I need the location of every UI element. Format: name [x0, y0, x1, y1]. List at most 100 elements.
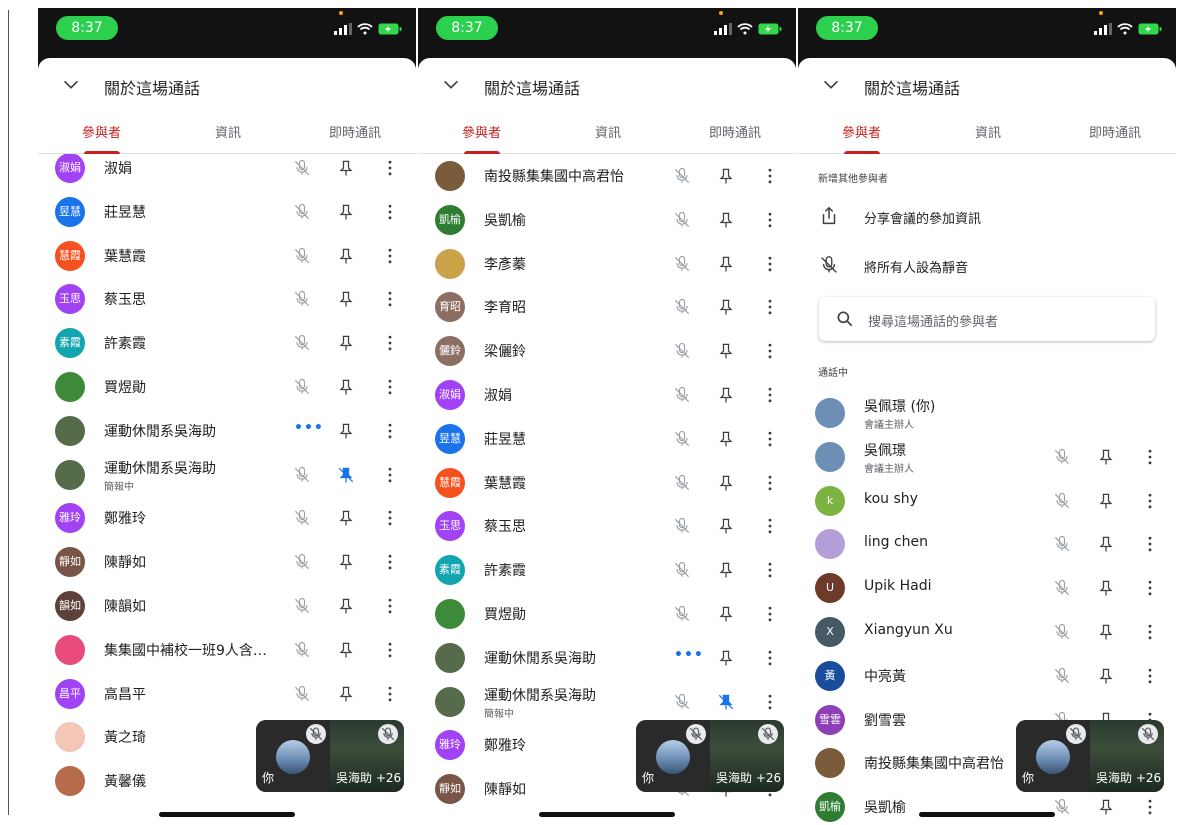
pin-icon[interactable]	[336, 289, 356, 309]
mic-off-icon[interactable]	[672, 210, 692, 230]
mic-off-icon[interactable]	[672, 341, 692, 361]
participant-row[interactable]: 玉思 蔡玉思	[38, 277, 416, 321]
mic-off-icon[interactable]	[1052, 622, 1072, 642]
participant-row[interactable]: 黃 中亮黃	[798, 654, 1176, 698]
participant-row[interactable]: 淑娟 淑娟	[418, 373, 796, 417]
more-options-icon[interactable]	[380, 202, 400, 222]
tab-chat[interactable]: 即時通訊	[709, 122, 761, 141]
participant-row[interactable]: 李彥蓁	[418, 242, 796, 286]
pin-icon[interactable]	[1096, 534, 1116, 554]
tab-participants[interactable]: 參與者	[82, 122, 121, 141]
mic-off-icon[interactable]	[292, 684, 312, 704]
more-options-icon[interactable]	[1140, 622, 1160, 642]
participant-row[interactable]: ling chen	[798, 522, 1176, 566]
more-options-icon[interactable]	[380, 246, 400, 266]
participant-row[interactable]: 儷鈴 梁儷鈴	[418, 329, 796, 373]
pin-icon[interactable]	[716, 210, 736, 230]
pin-icon[interactable]	[716, 516, 736, 536]
mic-off-icon[interactable]	[292, 333, 312, 353]
participant-row[interactable]: 靜如 陳靜如	[38, 540, 416, 584]
pin-icon[interactable]	[336, 202, 356, 222]
mic-off-icon[interactable]	[292, 246, 312, 266]
tab-participants[interactable]: 參與者	[462, 122, 501, 141]
pin-icon[interactable]	[1096, 491, 1116, 511]
mic-off-icon[interactable]	[1052, 578, 1072, 598]
pin-icon[interactable]	[336, 158, 356, 178]
more-options-icon[interactable]	[760, 341, 780, 361]
tab-info[interactable]: 資訊	[595, 122, 621, 141]
pin-icon[interactable]	[716, 254, 736, 274]
mic-off-icon[interactable]	[1052, 491, 1072, 511]
mute-all-button[interactable]: 將所有人設為靜音	[818, 252, 1158, 280]
pin-icon[interactable]	[716, 560, 736, 580]
pin-icon[interactable]	[336, 421, 356, 441]
participant-row[interactable]: 南投縣集集國中高君怡	[418, 154, 796, 198]
participant-row[interactable]: 素霞 許素霞	[418, 548, 796, 592]
more-options-icon[interactable]	[380, 333, 400, 353]
more-options-icon[interactable]	[760, 648, 780, 668]
mic-off-icon[interactable]	[292, 202, 312, 222]
mic-off-icon[interactable]	[292, 158, 312, 178]
participant-row[interactable]: 昱慧 莊昱慧	[38, 190, 416, 234]
mic-off-icon[interactable]	[292, 508, 312, 528]
unpin-icon[interactable]	[716, 692, 736, 712]
pin-icon[interactable]	[1096, 578, 1116, 598]
participant-row[interactable]: 玉思 蔡玉思	[418, 504, 796, 548]
pin-icon[interactable]	[336, 640, 356, 660]
more-options-icon[interactable]	[380, 640, 400, 660]
more-options-icon[interactable]	[760, 385, 780, 405]
more-options-icon[interactable]	[760, 297, 780, 317]
more-options-icon[interactable]	[760, 429, 780, 449]
more-options-icon[interactable]	[1140, 797, 1160, 817]
pin-icon[interactable]	[336, 333, 356, 353]
pin-icon[interactable]	[336, 552, 356, 572]
more-options-icon[interactable]	[380, 421, 400, 441]
mic-off-icon[interactable]	[292, 552, 312, 572]
mic-off-icon[interactable]	[1052, 447, 1072, 467]
pin-icon[interactable]	[336, 377, 356, 397]
more-options-icon[interactable]	[1140, 534, 1160, 554]
mic-off-icon[interactable]	[292, 596, 312, 616]
participant-row[interactable]: 昌平 高昌平	[38, 672, 416, 716]
participant-row[interactable]: X Xiangyun Xu	[798, 610, 1176, 654]
participant-row[interactable]: 買煜勛	[38, 365, 416, 409]
pin-icon[interactable]	[716, 341, 736, 361]
self-view-tile[interactable]: 你 吳海助 +26	[256, 720, 404, 792]
mic-off-icon[interactable]	[1052, 534, 1072, 554]
mic-off-icon[interactable]	[672, 516, 692, 536]
self-view-tile[interactable]: 你 吳海助 +26	[636, 720, 784, 792]
mic-off-icon[interactable]	[292, 465, 312, 485]
more-options-icon[interactable]	[380, 377, 400, 397]
participant-row[interactable]: 運動休閒系吳海助 簡報中	[38, 453, 416, 497]
more-options-icon[interactable]	[760, 604, 780, 624]
participant-row[interactable]: 育昭 李育昭	[418, 285, 796, 329]
participant-row[interactable]: 韻如 陳韻如	[38, 584, 416, 628]
unpin-icon[interactable]	[336, 465, 356, 485]
tab-chat[interactable]: 即時通訊	[1089, 122, 1141, 141]
more-options-icon[interactable]	[1140, 578, 1160, 598]
more-options-icon[interactable]	[380, 552, 400, 572]
participant-row[interactable]: 淑娟 淑娟	[38, 154, 416, 190]
mic-off-icon[interactable]	[672, 385, 692, 405]
participant-row[interactable]: 慧霞 葉慧霞	[418, 461, 796, 505]
mic-off-icon[interactable]	[672, 473, 692, 493]
pin-icon[interactable]	[1096, 622, 1116, 642]
pin-icon[interactable]	[1096, 797, 1116, 817]
pin-icon[interactable]	[1096, 666, 1116, 686]
more-options-icon[interactable]	[760, 166, 780, 186]
mic-off-icon[interactable]	[672, 254, 692, 274]
pin-icon[interactable]	[716, 385, 736, 405]
more-options-icon[interactable]	[380, 684, 400, 704]
more-options-icon[interactable]	[380, 508, 400, 528]
mic-off-icon[interactable]	[672, 604, 692, 624]
pin-icon[interactable]	[1096, 447, 1116, 467]
participant-row[interactable]: 雅玲 鄭雅玲	[38, 496, 416, 540]
more-options-icon[interactable]	[1140, 447, 1160, 467]
mic-off-icon[interactable]	[672, 166, 692, 186]
pin-icon[interactable]	[716, 648, 736, 668]
participant-row[interactable]: 運動休閒系吳海助 •••	[418, 636, 796, 680]
participant-row[interactable]: 昱慧 莊昱慧	[418, 417, 796, 461]
chevron-down-icon[interactable]	[820, 74, 842, 96]
pin-icon[interactable]	[716, 473, 736, 493]
pin-icon[interactable]	[716, 166, 736, 186]
